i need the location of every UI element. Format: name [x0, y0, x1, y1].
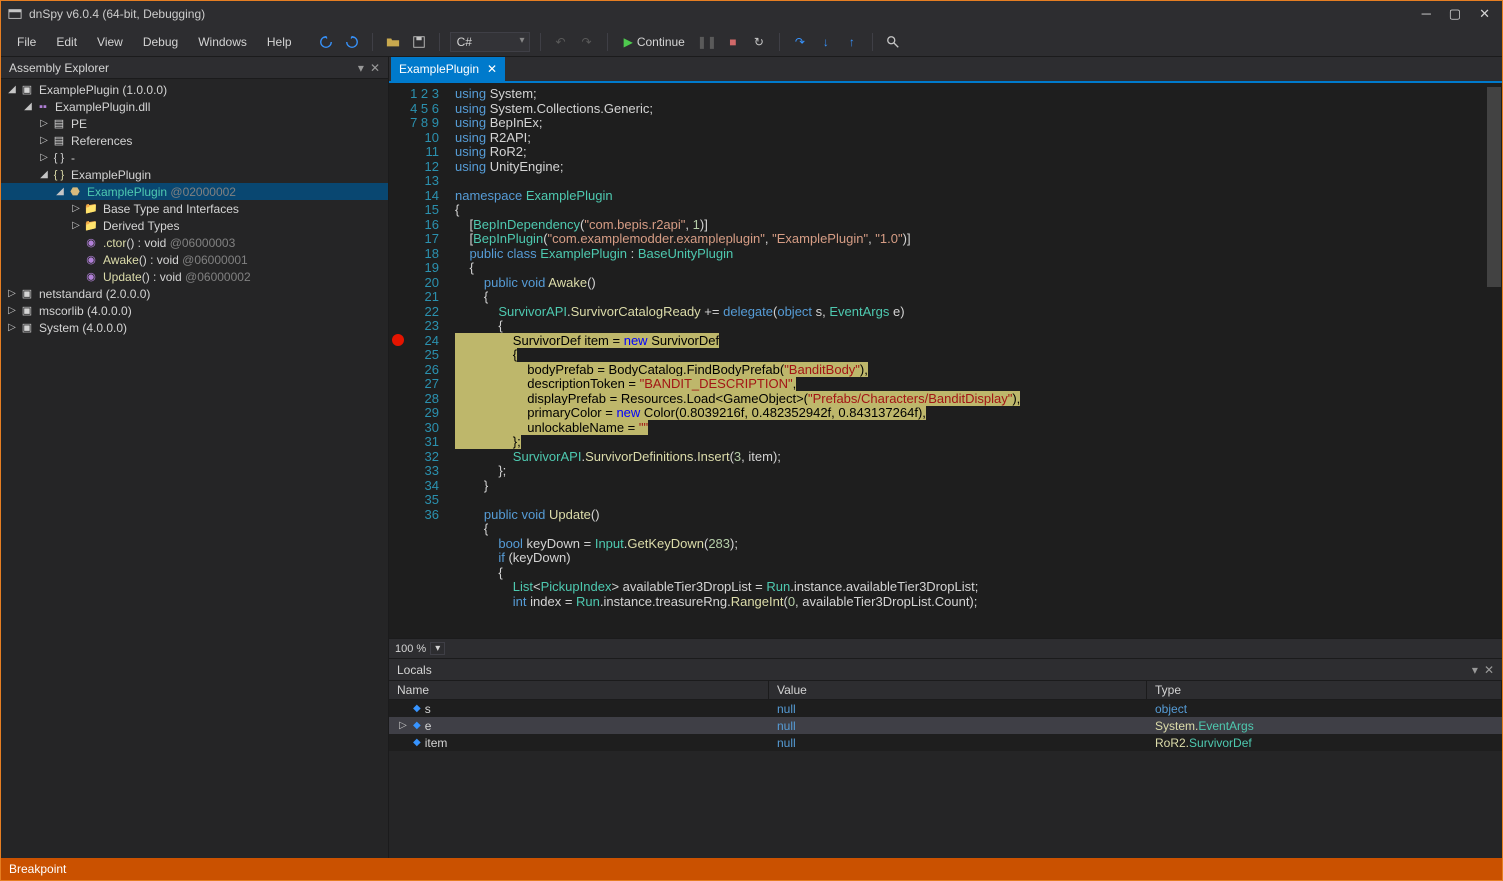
menu-edit[interactable]: Edit: [46, 31, 87, 53]
tab-exampleplugin[interactable]: ExamplePlugin ✕: [391, 57, 505, 81]
tree-pe[interactable]: ▷▤PE: [1, 115, 388, 132]
col-name[interactable]: Name: [389, 681, 769, 699]
vertical-scrollbar[interactable]: [1486, 83, 1502, 638]
breakpoint-indicator[interactable]: [392, 334, 404, 346]
restart-button[interactable]: ↻: [749, 32, 769, 52]
app-window: dnSpy v6.0.4 (64-bit, Debugging) ─ ▢ ✕ F…: [0, 0, 1503, 881]
tree-basetypes[interactable]: ▷📁Base Type and Interfaces: [1, 200, 388, 217]
panel-title: Assembly Explorer: [9, 61, 109, 75]
search-button[interactable]: [883, 32, 903, 52]
step-out-button[interactable]: ↑: [842, 32, 862, 52]
maximize-button[interactable]: ▢: [1449, 6, 1461, 22]
locals-dropdown-icon[interactable]: ▾: [1472, 663, 1478, 677]
close-button[interactable]: ✕: [1479, 6, 1490, 22]
menu-view[interactable]: View: [87, 31, 133, 53]
breakpoint-gutter[interactable]: [389, 83, 409, 638]
play-icon: ▶: [624, 35, 633, 49]
open-button[interactable]: [383, 32, 403, 52]
tree-references[interactable]: ▷▤References: [1, 132, 388, 149]
code-editor[interactable]: 1 2 3 4 5 6 7 8 9 10 11 12 13 14 15 16 1…: [389, 83, 1502, 638]
col-value[interactable]: Value: [769, 681, 1147, 699]
menu-file[interactable]: File: [7, 31, 46, 53]
locals-row[interactable]: ◆snullobject: [389, 700, 1502, 717]
tree-mscorlib[interactable]: ▷▣mscorlib (4.0.0.0): [1, 302, 388, 319]
code-content[interactable]: using System;using System.Collections.Ge…: [447, 83, 1486, 638]
tree-method-update[interactable]: ▷◉Update() : void @06000002: [1, 268, 388, 285]
tree-system[interactable]: ▷▣System (4.0.0.0): [1, 319, 388, 336]
tree-method-ctor[interactable]: ▷◉.ctor() : void @06000003: [1, 234, 388, 251]
tab-label: ExamplePlugin: [399, 62, 479, 76]
locals-columns: Name Value Type: [389, 681, 1502, 700]
locals-row[interactable]: ▷◆enullSystem.EventArgs: [389, 717, 1502, 734]
assembly-explorer-panel: Assembly Explorer ▾ ✕ ◢▣ExamplePlugin (1…: [1, 57, 389, 858]
main-area: ExamplePlugin ✕ 1 2 3 4 5 6 7 8 9 10 11 …: [389, 57, 1502, 858]
tabbar: ExamplePlugin ✕: [389, 57, 1502, 83]
menu-debug[interactable]: Debug: [133, 31, 188, 53]
titlebar: dnSpy v6.0.4 (64-bit, Debugging) ─ ▢ ✕: [1, 1, 1502, 27]
app-icon: [7, 6, 23, 22]
tree-namespace[interactable]: ◢{ }ExamplePlugin: [1, 166, 388, 183]
save-button[interactable]: [409, 32, 429, 52]
continue-button[interactable]: ▶ Continue: [618, 33, 691, 51]
tree-derivedtypes[interactable]: ▷📁Derived Types: [1, 217, 388, 234]
minimize-button[interactable]: ─: [1422, 6, 1431, 22]
step-over-button[interactable]: ↷: [790, 32, 810, 52]
tree-dash-ns[interactable]: ▷{ }-: [1, 149, 388, 166]
locals-close-icon[interactable]: ✕: [1484, 663, 1494, 677]
panel-close-icon[interactable]: ✕: [370, 61, 380, 75]
zoom-level: 100 %: [395, 643, 426, 655]
panel-header: Assembly Explorer ▾ ✕: [1, 57, 388, 79]
pause-button[interactable]: ❚❚: [697, 32, 717, 52]
assembly-tree[interactable]: ◢▣ExamplePlugin (1.0.0.0) ◢▪▪ExamplePlug…: [1, 79, 388, 858]
panel-dropdown-icon[interactable]: ▾: [358, 61, 364, 75]
menu-windows[interactable]: Windows: [188, 31, 257, 53]
locals-rows: ◆snullobject▷◆enullSystem.EventArgs◆item…: [389, 700, 1502, 751]
step-into-button[interactable]: ↓: [816, 32, 836, 52]
status-text: Breakpoint: [9, 862, 66, 876]
locals-panel: Locals ▾ ✕ Name Value Type ◆snullobject▷…: [389, 658, 1502, 858]
stop-button[interactable]: ■: [723, 32, 743, 52]
tree-module-dll[interactable]: ◢▪▪ExamplePlugin.dll: [1, 98, 388, 115]
nav-forward-button[interactable]: [342, 32, 362, 52]
zoom-bar: 100 % ▾: [389, 638, 1502, 658]
locals-row[interactable]: ◆itemnullRoR2.SurvivorDef: [389, 734, 1502, 751]
line-numbers: 1 2 3 4 5 6 7 8 9 10 11 12 13 14 15 16 1…: [409, 83, 447, 638]
tree-assembly-root[interactable]: ◢▣ExamplePlugin (1.0.0.0): [1, 81, 388, 98]
undo-button[interactable]: ↶: [551, 32, 571, 52]
tab-close-icon[interactable]: ✕: [487, 62, 497, 76]
toolbar: C# ↶ ↷ ▶ Continue ❚❚ ■ ↻ ↷ ↓ ↑: [316, 32, 903, 52]
nav-back-button[interactable]: [316, 32, 336, 52]
redo-button[interactable]: ↷: [577, 32, 597, 52]
scrollbar-thumb[interactable]: [1487, 87, 1501, 287]
col-type[interactable]: Type: [1147, 681, 1502, 699]
window-title: dnSpy v6.0.4 (64-bit, Debugging): [29, 7, 205, 21]
tree-method-awake[interactable]: ▷◉Awake() : void @06000001: [1, 251, 388, 268]
menubar: File Edit View Debug Windows Help C# ↶ ↷…: [1, 27, 1502, 57]
statusbar: Breakpoint: [1, 858, 1502, 880]
locals-header: Locals ▾ ✕: [389, 659, 1502, 681]
zoom-dropdown[interactable]: ▾: [430, 642, 445, 655]
locals-title: Locals: [397, 663, 432, 677]
menu-help[interactable]: Help: [257, 31, 302, 53]
tree-class[interactable]: ◢⬣ExamplePlugin @02000002: [1, 183, 388, 200]
language-select[interactable]: C#: [450, 32, 530, 52]
tree-netstandard[interactable]: ▷▣netstandard (2.0.0.0): [1, 285, 388, 302]
